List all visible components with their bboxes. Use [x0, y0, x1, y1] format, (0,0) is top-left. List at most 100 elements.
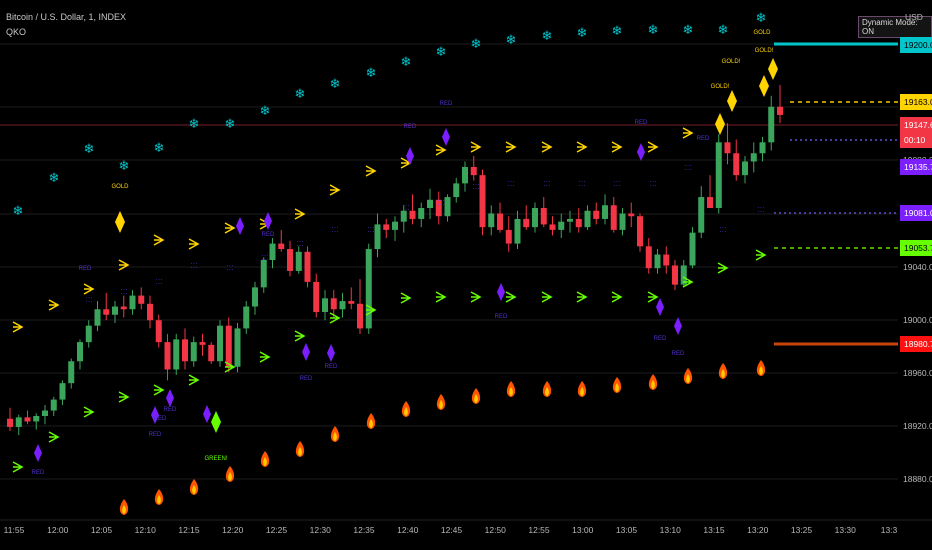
- red-label: RED: [149, 432, 162, 438]
- time-label: 13:25: [791, 525, 813, 535]
- candle-body: [147, 303, 153, 321]
- gold-label: GOLD: [111, 184, 129, 190]
- candle-body: [523, 218, 530, 228]
- snowflake-icon: ❄: [154, 140, 165, 155]
- price-scale-label: 19000.00: [903, 315, 932, 325]
- price-tag: 19135.70: [900, 159, 932, 175]
- price-tag: 19163.01: [900, 94, 932, 110]
- tick-marks: ːːː: [613, 178, 621, 188]
- red-label: RED: [325, 364, 338, 370]
- price-chart[interactable]: ❄ ❄ ❄ ❄ ❄ ❄ ❄ ❄ ❄ ❄ ❄ ❄ ❄ ❄ ❄ ❄ ❄ ❄ ❄ ❄ ❄ ❄ ːːː ːːː ːːː ːːː ːːː ːːː…: [0, 0, 932, 550]
- arrow-icon: [259, 351, 271, 363]
- arrow-icon: [576, 291, 588, 303]
- arrow-icon: [717, 262, 729, 274]
- time-label: 13:20: [747, 525, 769, 535]
- diamond-icon: [497, 283, 505, 301]
- candle-body: [575, 218, 582, 228]
- candle-body: [15, 417, 22, 427]
- time-label: 13:10: [660, 525, 682, 535]
- candle-body: [330, 298, 337, 310]
- candle-body: [357, 303, 363, 329]
- arrow-icon: [153, 384, 165, 396]
- red-label: RED: [495, 314, 508, 320]
- tick-marks: ːːː: [757, 204, 765, 214]
- arrow-icon: [611, 141, 623, 153]
- price-tag: 18980.77: [900, 336, 932, 352]
- grid-lines: [0, 43, 898, 480]
- time-label: 12:25: [266, 525, 288, 535]
- candle-body: [77, 342, 83, 362]
- candle-body: [225, 325, 232, 367]
- diamond-icon: [715, 113, 725, 135]
- candle-body: [164, 342, 171, 370]
- tick-marks: ːːː: [719, 224, 727, 234]
- candle-body: [59, 383, 66, 400]
- candle-body: [698, 197, 705, 233]
- candle-body: [619, 213, 626, 230]
- candle-body: [24, 417, 31, 422]
- diamond-icon: [211, 411, 221, 433]
- candle-body: [593, 210, 600, 219]
- price-tag-text: 19081.09: [904, 208, 932, 218]
- candle-body: [182, 339, 188, 362]
- time-label: 12:20: [222, 525, 244, 535]
- price-tags: 19200.00 19163.01 19147.63 00:10 19135.70 190…: [900, 37, 932, 352]
- candle-body: [199, 342, 206, 345]
- candle-body: [374, 224, 381, 250]
- time-label: 13:05: [616, 525, 638, 535]
- candle-body: [120, 306, 127, 310]
- diamond-icon: [34, 444, 42, 462]
- tick-marks: ːːː: [296, 238, 304, 248]
- arrow-icon: [12, 461, 24, 473]
- candle-body: [689, 232, 696, 266]
- red-label: RED: [697, 136, 710, 142]
- candle-body: [252, 287, 258, 307]
- time-label: 13:15: [703, 525, 725, 535]
- arrow-icon: [329, 184, 341, 196]
- candle-body: [470, 166, 477, 176]
- diamond-icon: [264, 212, 272, 230]
- snowflake-icon: ❄: [225, 116, 236, 131]
- candle-body: [610, 205, 617, 230]
- diamond-icon: [442, 128, 450, 146]
- time-label: 12:45: [441, 525, 463, 535]
- candle-body: [584, 210, 591, 228]
- candle-body: [479, 175, 486, 228]
- arrow-icon: [329, 312, 341, 324]
- candle-body: [462, 166, 468, 184]
- candle-body: [540, 208, 547, 225]
- candle-body: [750, 153, 757, 162]
- candle-body: [313, 281, 320, 312]
- candle-body: [129, 295, 136, 310]
- candle-body: [628, 213, 635, 217]
- candle-body: [532, 208, 538, 228]
- time-label: 12:40: [397, 525, 419, 535]
- arrow-icon: [755, 249, 767, 261]
- candle-body: [724, 142, 731, 154]
- arrow-icon: [294, 330, 306, 342]
- level-lines: [774, 42, 898, 346]
- candle-body: [304, 251, 311, 282]
- time-label: 12:50: [485, 525, 507, 535]
- candle-body: [558, 221, 565, 230]
- arrow-icon: [48, 431, 60, 443]
- candle-body: [383, 224, 390, 230]
- candle-body: [672, 265, 678, 285]
- price-tag: 00:10: [900, 132, 932, 148]
- snowflake-icon: ❄: [13, 203, 24, 218]
- gold-label: GOLD!: [722, 59, 741, 65]
- diamond-icon: [203, 405, 211, 423]
- snowflake-icon: ❄: [756, 10, 767, 25]
- candle-body: [505, 229, 512, 244]
- arrow-icon: [12, 321, 24, 333]
- red-label: RED: [300, 376, 313, 382]
- candle-body: [392, 221, 398, 230]
- candle-body: [103, 309, 110, 315]
- price-tag-text: 18980.77: [904, 339, 932, 349]
- candle-body: [269, 243, 276, 260]
- price-tag: 19200.00: [900, 37, 932, 53]
- candle-body: [654, 254, 661, 269]
- diamond-icon: [759, 75, 769, 97]
- candle-body: [234, 328, 241, 367]
- red-label: RED: [79, 266, 92, 272]
